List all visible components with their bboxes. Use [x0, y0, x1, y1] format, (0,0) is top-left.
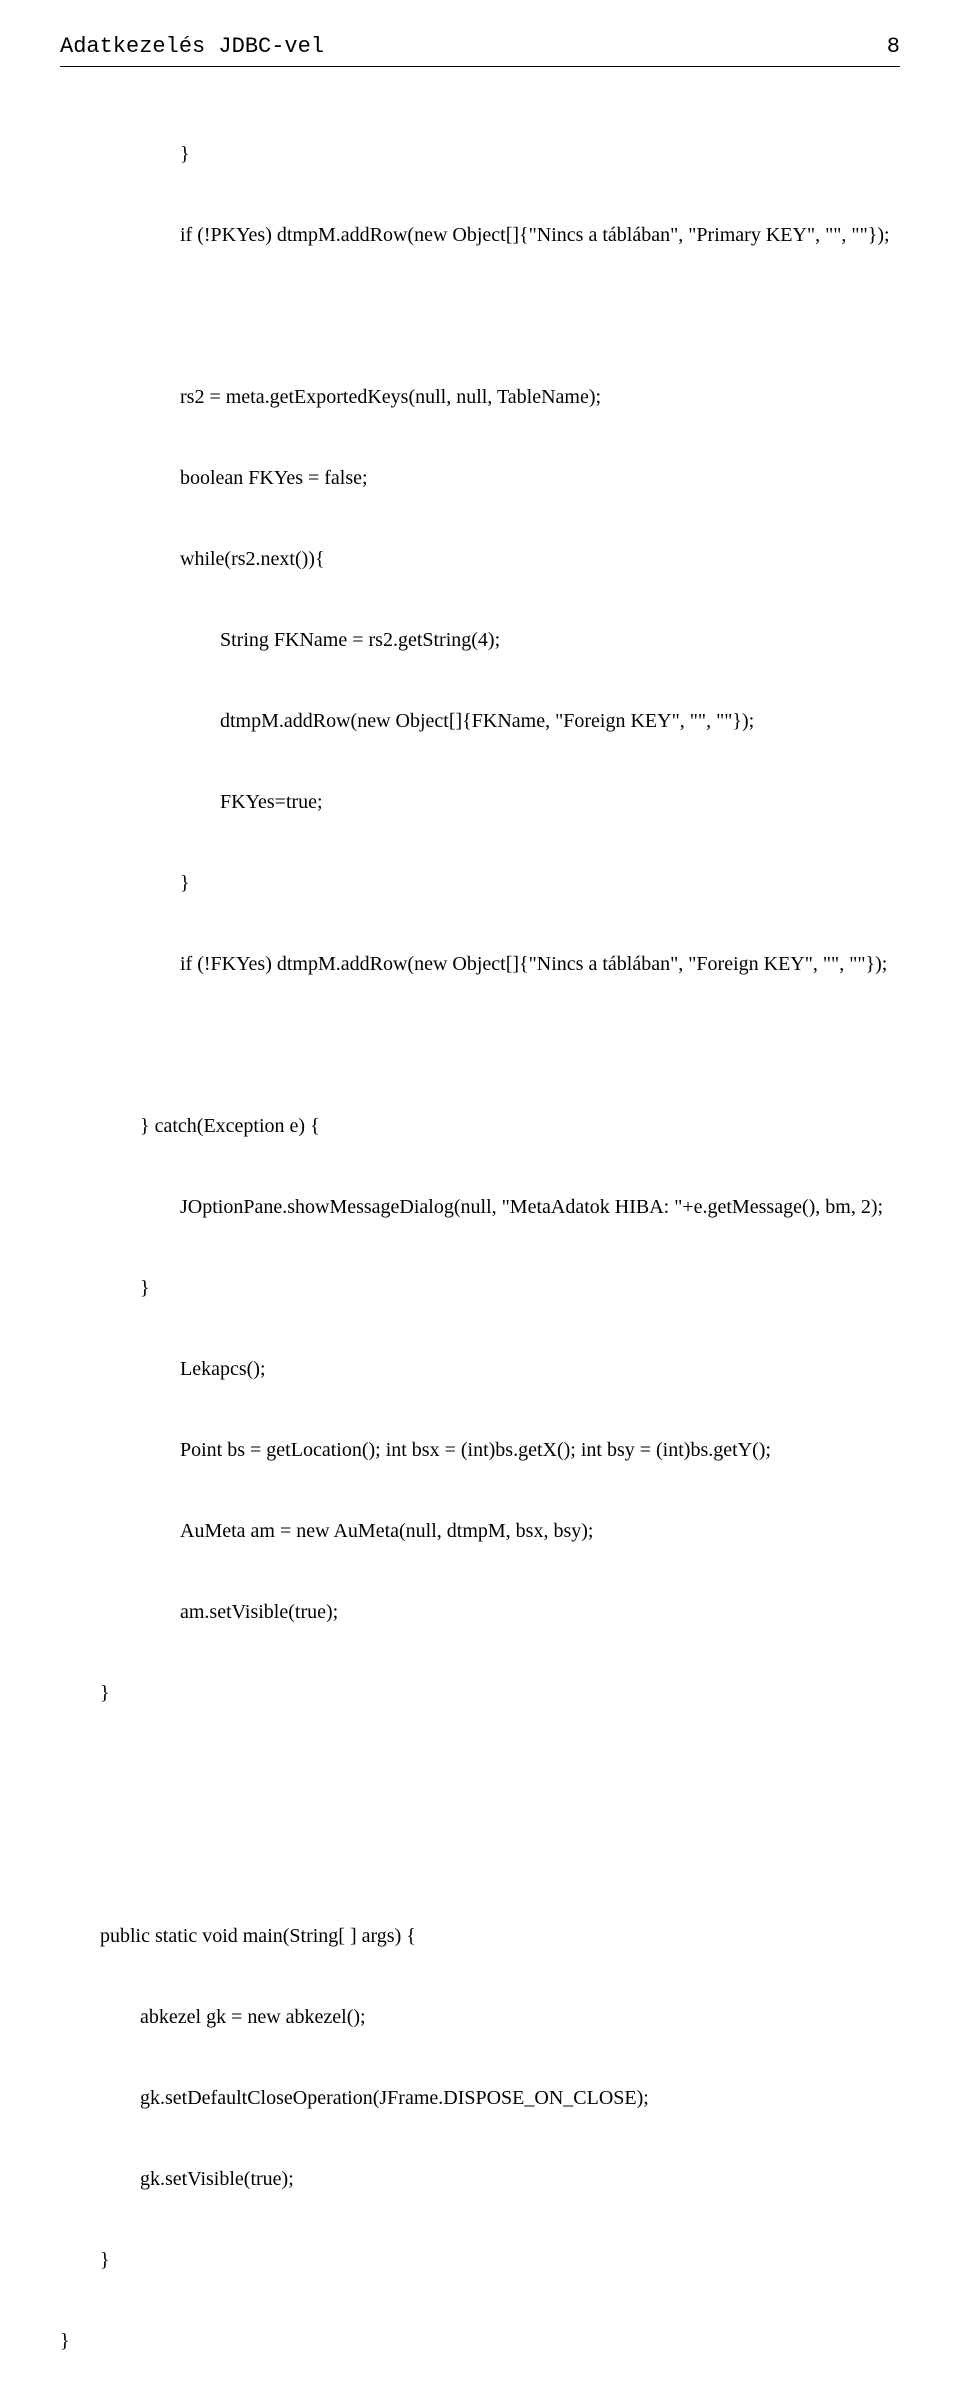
code-line: FKYes=true; — [60, 789, 900, 816]
code-line: if (!FKYes) dtmpM.addRow(new Object[]{"N… — [60, 951, 900, 978]
code-line: am.setVisible(true); — [60, 1599, 900, 1626]
code-line: dtmpM.addRow(new Object[]{FKName, "Forei… — [60, 708, 900, 735]
code-line: Lekapcs(); — [60, 1356, 900, 1383]
code-line: } — [60, 1680, 900, 1707]
code-line: AuMeta am = new AuMeta(null, dtmpM, bsx,… — [60, 1518, 900, 1545]
code-line: while(rs2.next()){ — [60, 546, 900, 573]
code-line: } — [60, 141, 900, 168]
running-header: Adatkezelés JDBC-vel 8 — [60, 32, 900, 62]
code-line: rs2 = meta.getExportedKeys(null, null, T… — [60, 384, 900, 411]
header-title: Adatkezelés JDBC-vel — [60, 32, 324, 62]
code-line: } catch(Exception e) { — [60, 1113, 900, 1140]
code-line: } — [60, 870, 900, 897]
code-line: } — [60, 2247, 900, 2274]
code-line: gk.setVisible(true); — [60, 2166, 900, 2193]
code-line: if (!PKYes) dtmpM.addRow(new Object[]{"N… — [60, 222, 900, 249]
code-line: JOptionPane.showMessageDialog(null, "Met… — [60, 1194, 900, 1221]
code-line: gk.setDefaultCloseOperation(JFrame.DISPO… — [60, 2085, 900, 2112]
page-number: 8 — [887, 32, 900, 62]
code-line: abkezel gk = new abkezel(); — [60, 2004, 900, 2031]
code-line: String FKName = rs2.getString(4); — [60, 627, 900, 654]
code-line: } — [60, 1275, 900, 1302]
header-rule — [60, 66, 900, 67]
code-line: boolean FKYes = false; — [60, 465, 900, 492]
code-line: } — [60, 2328, 900, 2355]
code-block: } if (!PKYes) dtmpM.addRow(new Object[]{… — [60, 87, 900, 2388]
code-line: public static void main(String[ ] args) … — [60, 1923, 900, 1950]
code-line: Point bs = getLocation(); int bsx = (int… — [60, 1437, 900, 1464]
